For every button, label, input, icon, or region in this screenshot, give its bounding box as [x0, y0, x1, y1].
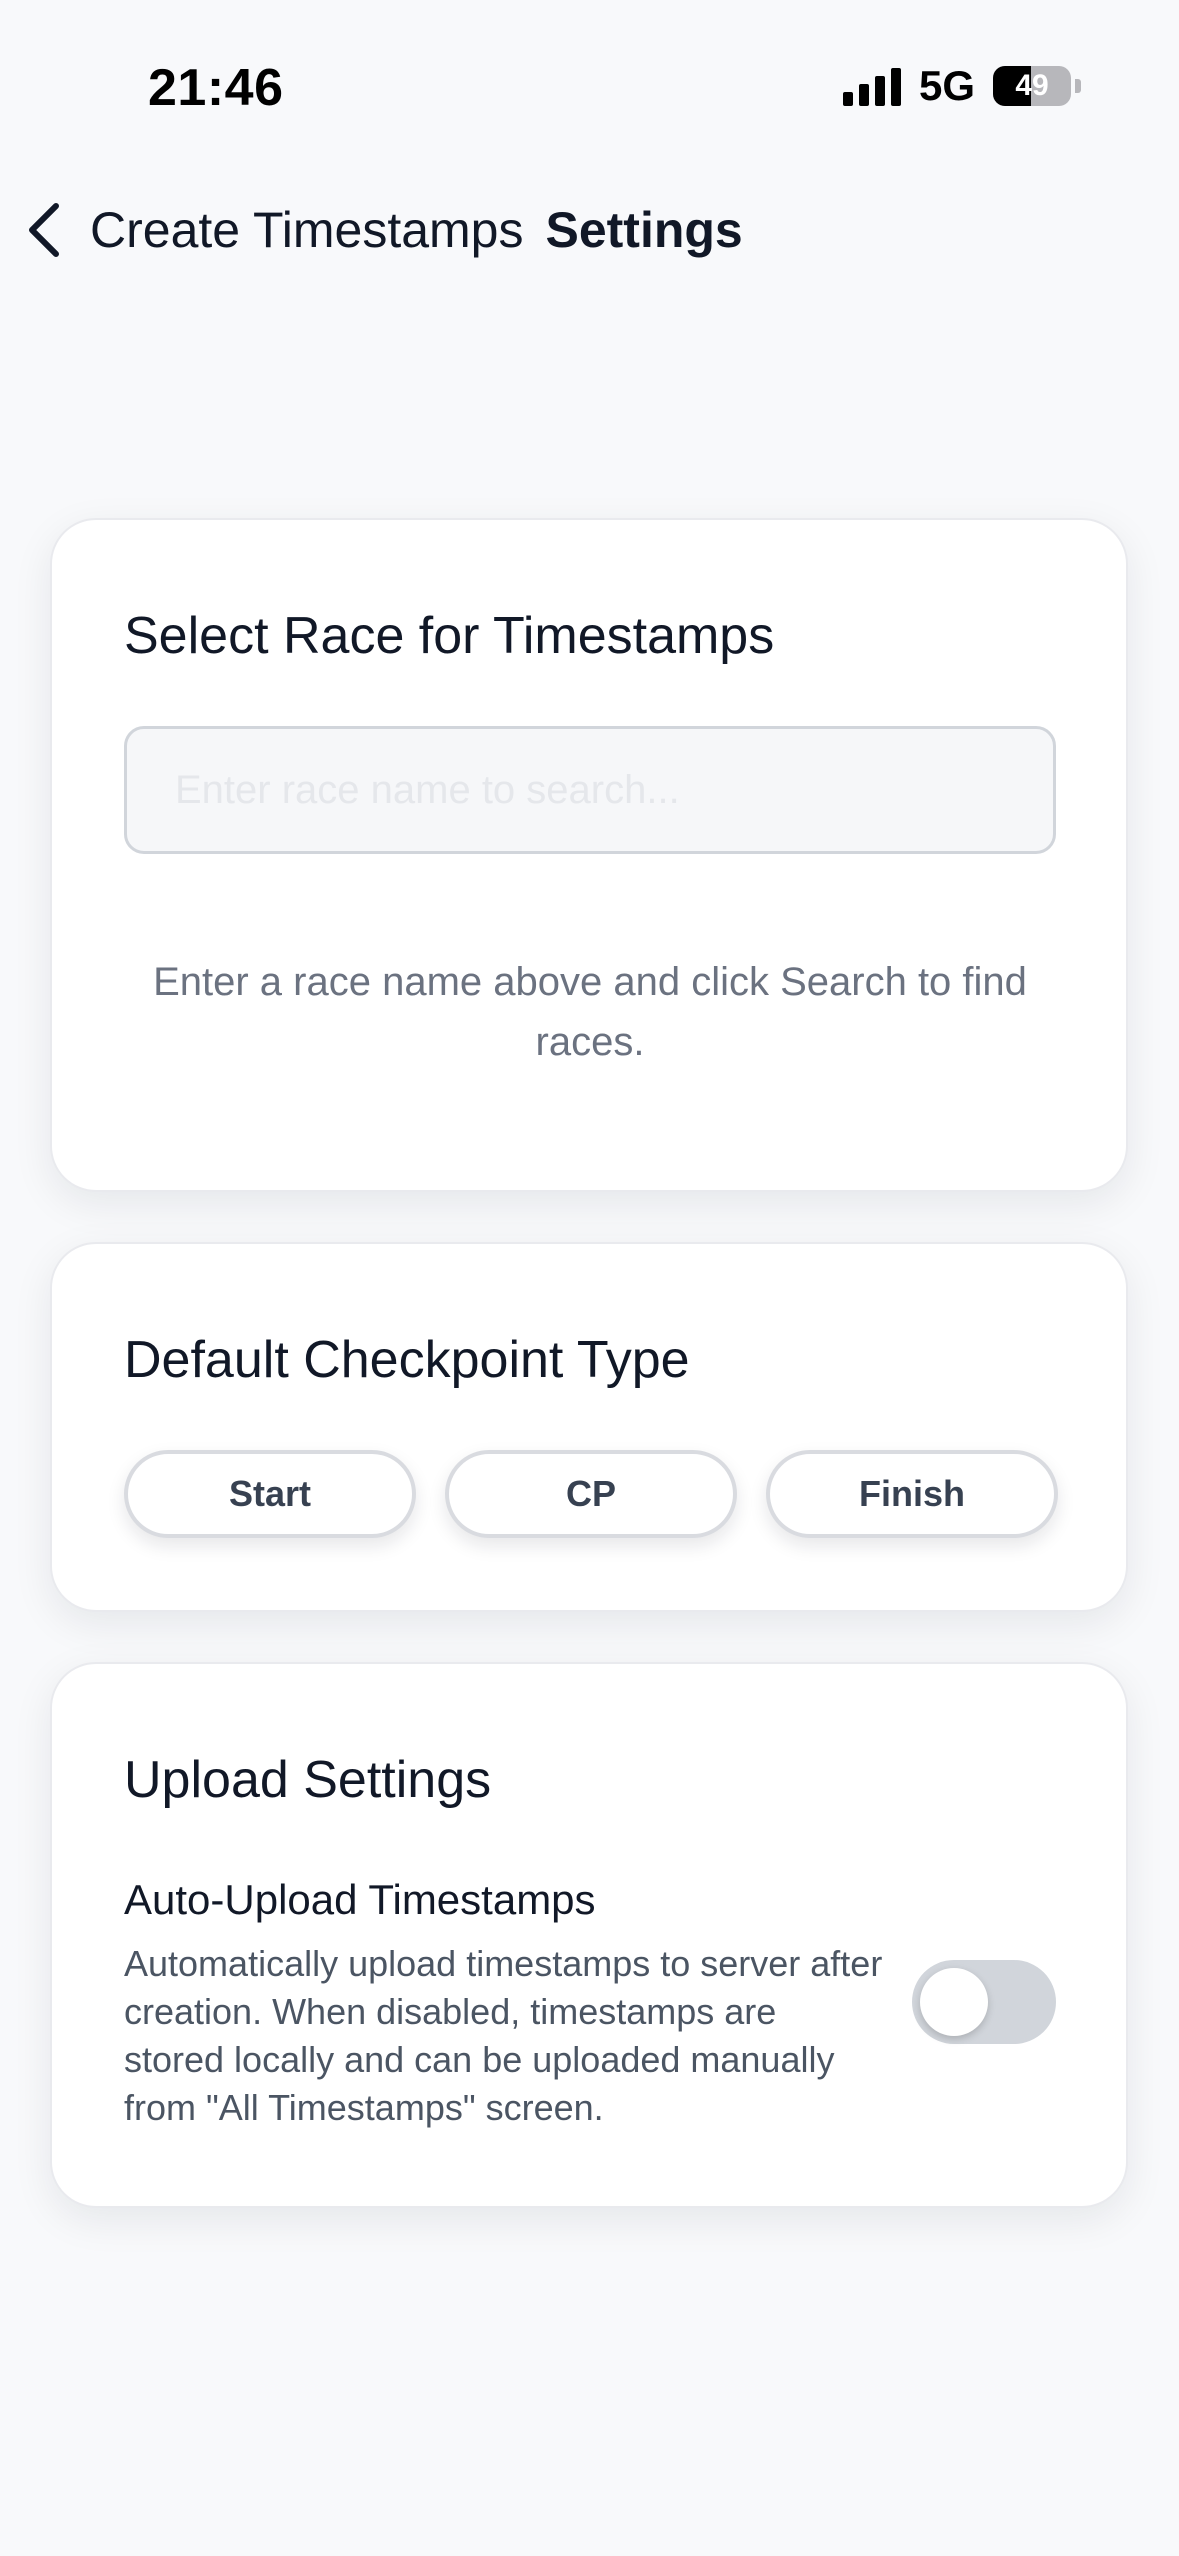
toggle-knob: [920, 1968, 988, 2036]
status-time: 21:46: [148, 59, 284, 117]
auto-upload-label: Auto-Upload Timestamps: [124, 1876, 596, 1923]
status-bar: 21:46 5G 49: [0, 0, 1179, 170]
back-button[interactable]: Create Timestamps: [22, 200, 523, 260]
checkpoint-section-title: Default Checkpoint Type: [124, 1331, 690, 1389]
battery-percent: 49: [1015, 69, 1049, 102]
upload-section-title: Upload Settings: [124, 1751, 492, 1809]
cellular-signal-icon: [842, 66, 901, 106]
auto-upload-toggle[interactable]: [912, 1960, 1056, 2044]
upload-settings-card: Upload Settings Auto-Upload Timestamps A…: [50, 1662, 1128, 2208]
page-title: Settings: [545, 202, 743, 258]
network-type: 5G: [918, 62, 975, 109]
search-hint: Enter a race name above and click Search…: [153, 960, 1027, 1064]
status-indicators: 5G 49: [842, 62, 1081, 109]
battery-tip: [1075, 79, 1081, 93]
race-selection-card: Select Race for Timestamps Enter a race …: [50, 518, 1128, 1192]
auto-upload-description: Automatically upload timestamps to serve…: [124, 1943, 883, 2128]
checkpoint-type-selector: Start CP Finish: [124, 1450, 1058, 1542]
checkpoint-type-card: Default Checkpoint Type Start CP Finish: [50, 1242, 1128, 1612]
checkpoint-finish-button[interactable]: Finish: [766, 1450, 1058, 1538]
checkpoint-cp-button[interactable]: CP: [445, 1450, 737, 1538]
race-section-title: Select Race for Timestamps: [124, 607, 775, 665]
race-search-input[interactable]: [124, 726, 1056, 854]
checkpoint-start-button[interactable]: Start: [124, 1450, 416, 1538]
chevron-left-icon: [22, 200, 66, 260]
battery-icon: 49: [993, 66, 1071, 106]
navigation-header: Create Timestamps Settings: [0, 190, 1179, 270]
back-label: Create Timestamps: [90, 202, 524, 258]
